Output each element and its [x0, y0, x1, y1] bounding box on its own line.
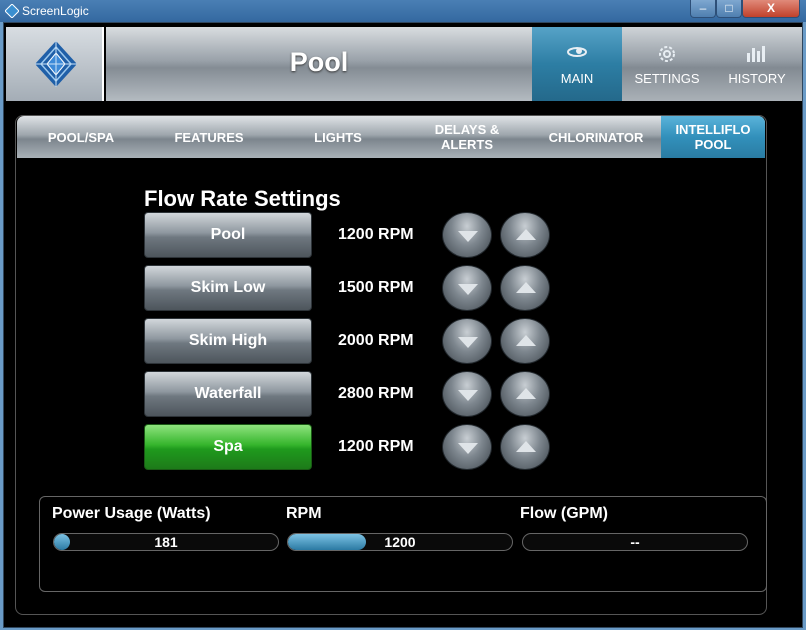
rpm-value: 2800 RPM — [338, 385, 414, 402]
gear-icon — [622, 43, 712, 65]
increase-button[interactable] — [500, 265, 550, 311]
power-gauge: 181 — [53, 533, 279, 551]
increase-button[interactable] — [500, 371, 550, 417]
nav-settings-label: SETTINGS — [634, 71, 700, 86]
arrow-up-icon — [516, 282, 536, 293]
rpm-value: 1200 RPM — [338, 226, 414, 243]
nav-history[interactable]: HISTORY — [712, 27, 802, 101]
app-frame: Pool MAIN SETTINGS HISTORY POOL/SPA FEAT… — [3, 22, 803, 628]
rpm-gauge: 1200 — [287, 533, 513, 551]
flow-row: Skim High 2000 RPM — [144, 318, 564, 366]
arrow-up-icon — [516, 335, 536, 346]
nav-main-label: MAIN — [560, 71, 594, 86]
flow-label: Flow (GPM) — [520, 505, 608, 522]
decrease-button[interactable] — [442, 265, 492, 311]
decrease-button[interactable] — [442, 318, 492, 364]
tab-features[interactable]: FEATURES — [145, 116, 273, 158]
arrow-up-icon — [516, 388, 536, 399]
minimize-button[interactable]: – — [690, 0, 716, 18]
tab-intelliflo-pool[interactable]: INTELLIFLO POOL — [661, 116, 765, 158]
flow-gauge: -- — [522, 533, 748, 551]
logo — [6, 27, 104, 101]
power-label: Power Usage (Watts) — [52, 505, 211, 522]
increase-button[interactable] — [500, 212, 550, 258]
flow-row: Pool 1200 RPM — [144, 212, 564, 260]
arrow-down-icon — [458, 443, 478, 454]
tab-pool-spa[interactable]: POOL/SPA — [17, 116, 145, 158]
increase-button[interactable] — [500, 318, 550, 364]
arrow-down-icon — [458, 337, 478, 348]
close-button[interactable]: X — [742, 0, 800, 18]
mode-button-pool[interactable]: Pool — [144, 212, 312, 258]
logo-icon — [35, 41, 77, 87]
flow-row: Waterfall 2800 RPM — [144, 371, 564, 419]
tab-chlorinator[interactable]: CHLORINATOR — [531, 116, 661, 158]
tab-delays-alerts[interactable]: DELAYS & ALERTS — [403, 116, 531, 158]
rpm-value: 1500 RPM — [338, 279, 414, 296]
maximize-button[interactable]: □ — [716, 0, 742, 18]
increase-button[interactable] — [500, 424, 550, 470]
rpm-value: 1200 RPM — [338, 438, 414, 455]
flow-row: Spa 1200 RPM — [144, 424, 564, 472]
rpm-label: RPM — [286, 505, 322, 522]
window-title: ScreenLogic — [22, 4, 89, 18]
nav-main[interactable]: MAIN — [532, 27, 622, 101]
header: Pool MAIN SETTINGS HISTORY — [4, 27, 802, 101]
app-icon — [5, 4, 19, 18]
title-bar: Pool — [106, 27, 532, 101]
main-icon — [532, 43, 622, 65]
rpm-value: 2000 RPM — [338, 332, 414, 349]
decrease-button[interactable] — [442, 424, 492, 470]
tab-bar: POOL/SPA FEATURES LIGHTS DELAYS & ALERTS… — [17, 116, 765, 158]
arrow-up-icon — [516, 229, 536, 240]
page-title: Pool — [289, 47, 349, 77]
content-panel: POOL/SPA FEATURES LIGHTS DELAYS & ALERTS… — [15, 115, 767, 615]
rpm-readout-value: 1200 — [384, 534, 416, 550]
nav-history-label: HISTORY — [728, 71, 786, 86]
chart-icon — [712, 43, 802, 65]
mode-button-waterfall[interactable]: Waterfall — [144, 371, 312, 417]
decrease-button[interactable] — [442, 371, 492, 417]
nav-settings[interactable]: SETTINGS — [622, 27, 712, 101]
mode-button-skim-high[interactable]: Skim High — [144, 318, 312, 364]
flow-row: Skim Low 1500 RPM — [144, 265, 564, 313]
arrow-up-icon — [516, 441, 536, 452]
power-value: 181 — [154, 534, 178, 550]
arrow-down-icon — [458, 390, 478, 401]
window-titlebar: ScreenLogic – □ X — [0, 0, 806, 22]
mode-button-skim-low[interactable]: Skim Low — [144, 265, 312, 311]
arrow-down-icon — [458, 284, 478, 295]
flow-value: -- — [630, 534, 640, 550]
tab-lights[interactable]: LIGHTS — [273, 116, 403, 158]
readouts-panel: Power Usage (Watts) RPM Flow (GPM) 181 1… — [39, 496, 767, 592]
decrease-button[interactable] — [442, 212, 492, 258]
section-title: Flow Rate Settings — [144, 186, 341, 211]
mode-button-spa[interactable]: Spa — [144, 424, 312, 470]
arrow-down-icon — [458, 231, 478, 242]
